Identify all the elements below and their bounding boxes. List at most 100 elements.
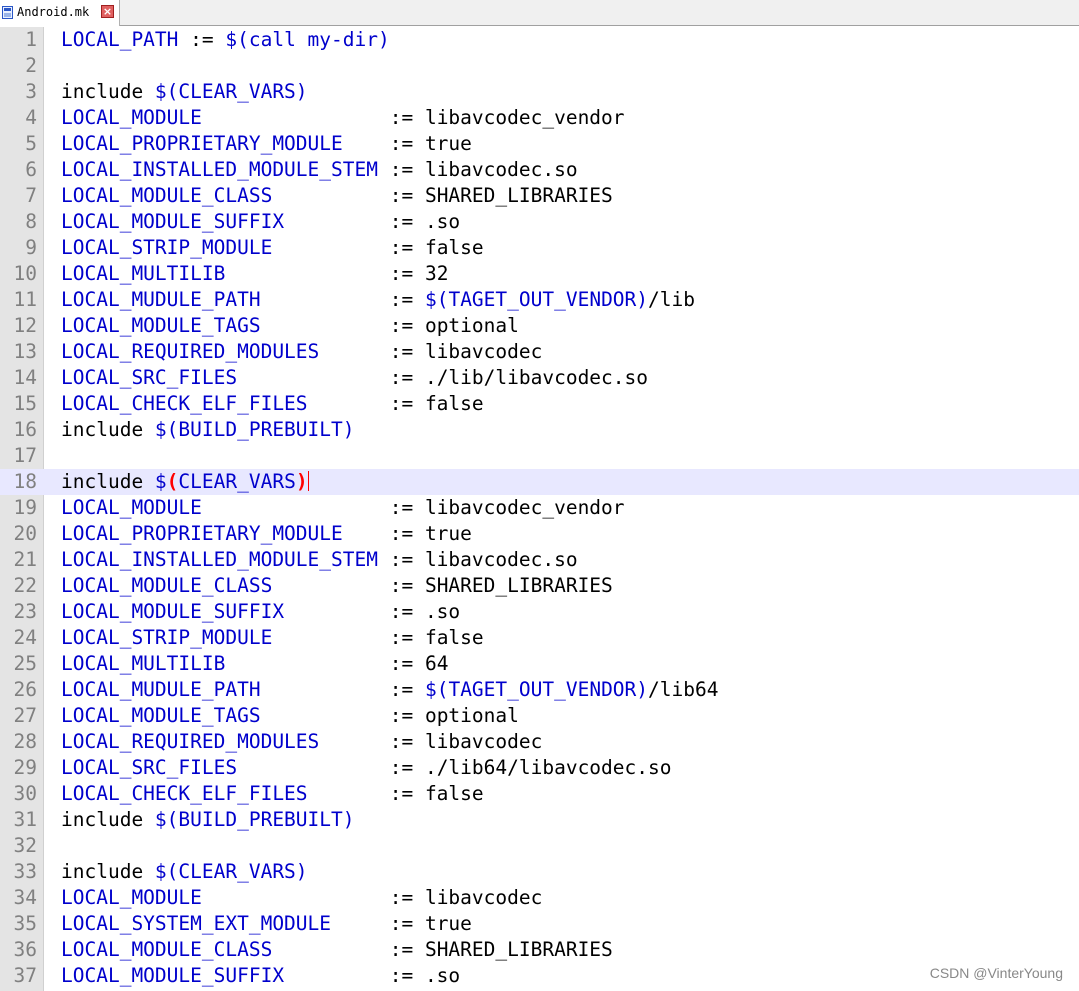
line-number: 9: [25, 236, 37, 259]
code-line[interactable]: 19 LOCAL_MODULE := libavcodec_vendor: [0, 495, 1079, 521]
code-line[interactable]: 13 LOCAL_REQUIRED_MODULES := libavcodec: [0, 339, 1079, 365]
line-number: 30: [13, 782, 37, 805]
line-number: 34: [13, 886, 37, 909]
text-token: := libavcodec_vendor: [201, 106, 625, 129]
line-text: include $(CLEAR_VARS): [61, 79, 308, 105]
variable-token: $(CLEAR_VARS): [154, 860, 308, 883]
code-line[interactable]: 1 LOCAL_PATH := $(call my-dir): [0, 27, 1079, 53]
line-number: 15: [13, 392, 37, 415]
code-line[interactable]: 35 LOCAL_SYSTEM_EXT_MODULE := true: [0, 911, 1079, 937]
variable-token: $(TAGET_OUT_VENDOR): [424, 288, 649, 311]
line-text: LOCAL_MODULE_TAGS := optional: [61, 313, 519, 339]
variable-token: LOCAL_REQUIRED_MODULES: [61, 730, 320, 753]
text-token: :=: [178, 28, 226, 51]
code-line[interactable]: 9 LOCAL_STRIP_MODULE := false: [0, 235, 1079, 261]
variable-token: LOCAL_PROPRIETARY_MODULE: [61, 132, 343, 155]
variable-token: LOCAL_MODULE: [61, 106, 202, 129]
line-number: 36: [13, 938, 37, 961]
line-number: 22: [13, 574, 37, 597]
text-token: := libavcodec: [319, 730, 543, 753]
text-token: include: [61, 418, 155, 441]
code-line[interactable]: 15 LOCAL_CHECK_ELF_FILES := false: [0, 391, 1079, 417]
line-number: 27: [13, 704, 37, 727]
code-line[interactable]: 30 LOCAL_CHECK_ELF_FILES := false: [0, 781, 1079, 807]
line-text: include $(CLEAR_VARS): [61, 469, 309, 495]
text-token: := libavcodec_vendor: [201, 496, 625, 519]
line-number: 29: [13, 756, 37, 779]
code-line[interactable]: 7 LOCAL_MODULE_CLASS := SHARED_LIBRARIES: [0, 183, 1079, 209]
text-token: := 64: [225, 652, 449, 675]
line-text: LOCAL_MULTILIB := 64: [61, 651, 448, 677]
code-line[interactable]: 31 include $(BUILD_PREBUILT): [0, 807, 1079, 833]
variable-token: LOCAL_MULTILIB: [61, 652, 226, 675]
text-caret: [307, 471, 309, 491]
text-token: := ./lib/libavcodec.so: [237, 366, 649, 389]
code-line[interactable]: 11 LOCAL_MUDULE_PATH := $(TAGET_OUT_VENDO…: [0, 287, 1079, 313]
code-line[interactable]: 37 LOCAL_MODULE_SUFFIX := .so: [0, 963, 1079, 989]
text-token: include: [61, 860, 155, 883]
line-text: LOCAL_MODULE_CLASS := SHARED_LIBRARIES: [61, 183, 613, 209]
variable-token: $: [154, 470, 167, 493]
variable-token: LOCAL_CHECK_ELF_FILES: [61, 782, 308, 805]
code-line[interactable]: 2: [0, 53, 1079, 79]
code-line[interactable]: 14 LOCAL_SRC_FILES := ./lib/libavcodec.so: [0, 365, 1079, 391]
code-line[interactable]: 22 LOCAL_MODULE_CLASS := SHARED_LIBRARIES: [0, 573, 1079, 599]
tab-android-mk[interactable]: Android.mk ×: [0, 0, 120, 26]
text-token: := SHARED_LIBRARIES: [272, 938, 613, 961]
code-line[interactable]: 20 LOCAL_PROPRIETARY_MODULE := true: [0, 521, 1079, 547]
code-line[interactable]: 36 LOCAL_MODULE_CLASS := SHARED_LIBRARIES: [0, 937, 1079, 963]
variable-token: LOCAL_MUDULE_PATH: [61, 288, 261, 311]
code-line[interactable]: 5 LOCAL_PROPRIETARY_MODULE := true: [0, 131, 1079, 157]
watermark: CSDN @VinterYoung: [929, 965, 1063, 981]
text-token: := false: [272, 626, 484, 649]
line-text: LOCAL_PATH := $(call my-dir): [61, 27, 390, 53]
variable-token: LOCAL_SRC_FILES: [61, 756, 238, 779]
code-line[interactable]: 32: [0, 833, 1079, 859]
line-number: 11: [13, 288, 37, 311]
text-token: := true: [342, 132, 472, 155]
line-number: 32: [13, 834, 37, 857]
code-line[interactable]: 26 LOCAL_MUDULE_PATH := $(TAGET_OUT_VENDO…: [0, 677, 1079, 703]
code-line[interactable]: 18 include $(CLEAR_VARS): [0, 469, 1079, 495]
code-line[interactable]: 10 LOCAL_MULTILIB := 32: [0, 261, 1079, 287]
line-text: LOCAL_MODULE_SUFFIX := .so: [61, 963, 460, 989]
variable-token: $(BUILD_PREBUILT): [154, 418, 355, 441]
code-line[interactable]: 16 include $(BUILD_PREBUILT): [0, 417, 1079, 443]
text-token: include: [61, 808, 155, 831]
line-text: LOCAL_MODULE := libavcodec_vendor: [61, 495, 625, 521]
variable-token: LOCAL_MODULE: [61, 886, 202, 909]
line-number: 16: [13, 418, 37, 441]
code-line[interactable]: 4 LOCAL_MODULE := libavcodec_vendor: [0, 105, 1079, 131]
code-line[interactable]: 12 LOCAL_MODULE_TAGS := optional: [0, 313, 1079, 339]
code-line[interactable]: 33 include $(CLEAR_VARS): [0, 859, 1079, 885]
line-text: LOCAL_STRIP_MODULE := false: [61, 625, 484, 651]
code-line[interactable]: 28 LOCAL_REQUIRED_MODULES := libavcodec: [0, 729, 1079, 755]
code-line[interactable]: 25 LOCAL_MULTILIB := 64: [0, 651, 1079, 677]
code-editor[interactable]: 1 LOCAL_PATH := $(call my-dir) 2 3 include $…: [0, 27, 1079, 991]
line-number: 25: [13, 652, 37, 675]
variable-token: LOCAL_INSTALLED_MODULE_STEM: [61, 158, 378, 181]
variable-token: LOCAL_PROPRIETARY_MODULE: [61, 522, 343, 545]
code-line[interactable]: 24 LOCAL_STRIP_MODULE := false: [0, 625, 1079, 651]
line-number: 23: [13, 600, 37, 623]
line-number: 12: [13, 314, 37, 337]
line-number: 14: [13, 366, 37, 389]
variable-token: LOCAL_REQUIRED_MODULES: [61, 340, 320, 363]
line-text: include $(BUILD_PREBUILT): [61, 417, 355, 443]
code-line[interactable]: 3 include $(CLEAR_VARS): [0, 79, 1079, 105]
variable-token: LOCAL_SYSTEM_EXT_MODULE: [61, 912, 332, 935]
line-text: LOCAL_PROPRIETARY_MODULE := true: [61, 131, 472, 157]
code-line[interactable]: 29 LOCAL_SRC_FILES := ./lib64/libavcodec.…: [0, 755, 1079, 781]
variable-token: LOCAL_MUDULE_PATH: [61, 678, 261, 701]
code-line[interactable]: 6 LOCAL_INSTALLED_MODULE_STEM := libavcod…: [0, 157, 1079, 183]
line-number: 26: [13, 678, 37, 701]
code-line[interactable]: 21 LOCAL_INSTALLED_MODULE_STEM := libavco…: [0, 547, 1079, 573]
variable-token: $(TAGET_OUT_VENDOR): [424, 678, 649, 701]
code-line[interactable]: 34 LOCAL_MODULE := libavcodec: [0, 885, 1079, 911]
code-line[interactable]: 8 LOCAL_MODULE_SUFFIX := .so: [0, 209, 1079, 235]
code-line[interactable]: 23 LOCAL_MODULE_SUFFIX := .so: [0, 599, 1079, 625]
code-line[interactable]: 17: [0, 443, 1079, 469]
text-token: := false: [272, 236, 484, 259]
close-icon[interactable]: ×: [101, 5, 114, 18]
code-line[interactable]: 27 LOCAL_MODULE_TAGS := optional: [0, 703, 1079, 729]
